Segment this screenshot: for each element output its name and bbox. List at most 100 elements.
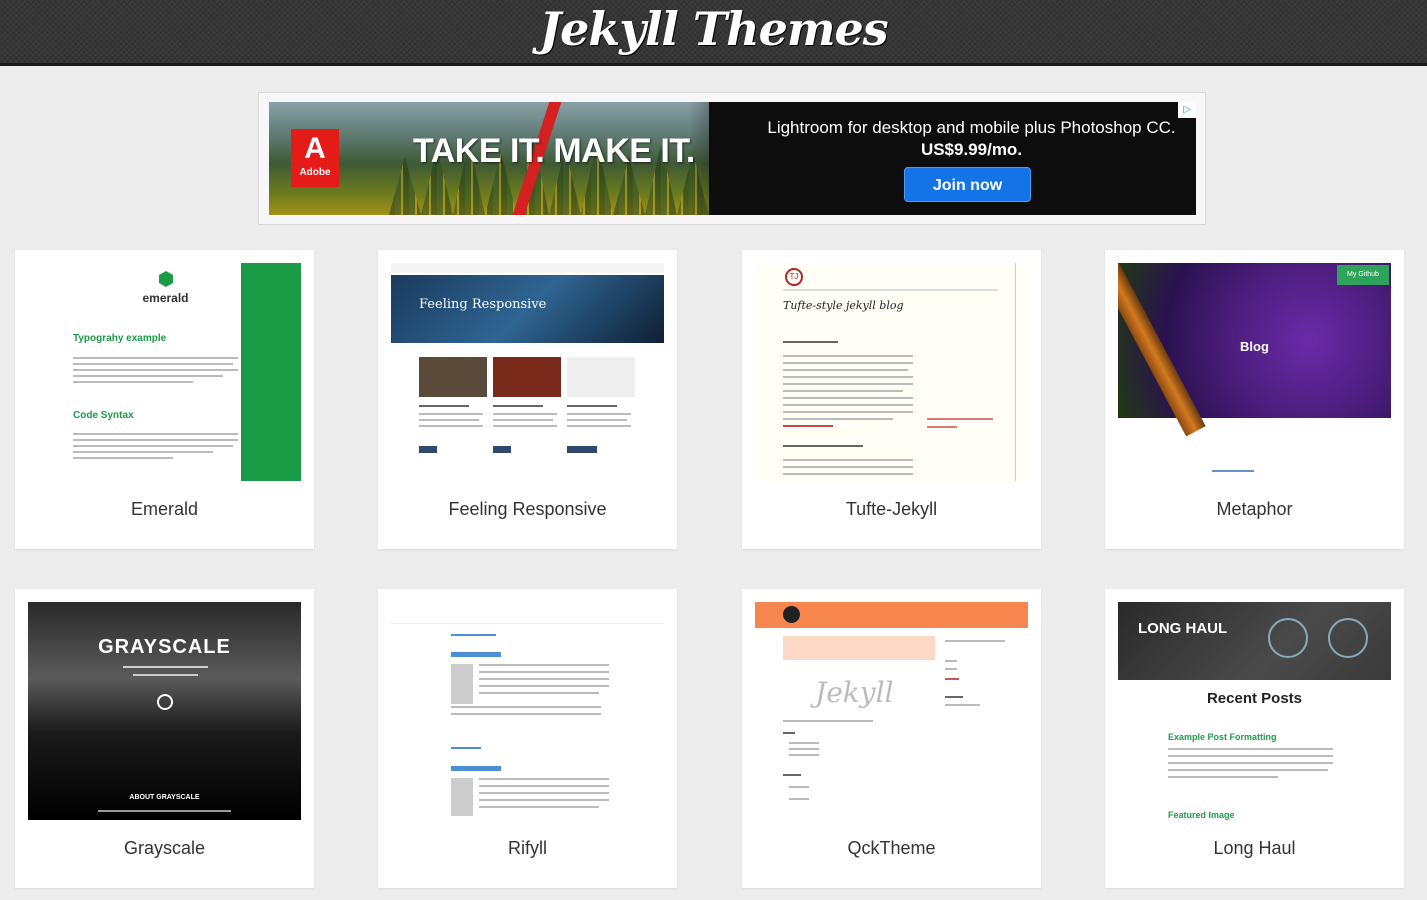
theme-thumbnail[interactable]: My Github Blog <box>1118 263 1391 481</box>
sidebar-line <box>945 640 1005 642</box>
emerald-heading: Typograhy example <box>73 333 167 344</box>
theme-thumbnail[interactable]: Feeling Responsive <box>391 263 664 481</box>
text-line <box>73 375 223 377</box>
text-line <box>479 792 609 794</box>
long-haul-hero: LONG HAUL <box>1118 602 1391 680</box>
text-line <box>783 720 873 722</box>
theme-card-emerald[interactable]: emerald Typograhy example Code Syntax Em… <box>15 250 314 549</box>
ad-container: A Adobe TAKE IT. MAKE IT. Lightroom for … <box>258 92 1206 225</box>
text-line <box>451 713 601 715</box>
site-title[interactable]: Jekyll Themes <box>539 2 888 56</box>
theme-card-long-haul[interactable]: LONG HAUL Recent Posts Example Post Form… <box>1105 589 1404 888</box>
fr-button <box>419 446 437 453</box>
grayscale-hero <box>28 602 301 820</box>
github-badge: My Github <box>1337 265 1389 285</box>
theme-card-grayscale[interactable]: GRAYSCALE ABOUT GRAYSCALE Grayscale <box>15 589 314 888</box>
divider <box>1015 263 1016 481</box>
ad-banner[interactable]: A Adobe TAKE IT. MAKE IT. Lightroom for … <box>269 102 1196 215</box>
theme-thumbnail[interactable] <box>391 602 664 820</box>
text-line <box>783 355 913 357</box>
text-line <box>1168 755 1333 757</box>
ad-fade <box>689 102 769 215</box>
text-line <box>73 445 233 447</box>
text-line <box>567 405 617 407</box>
text-line <box>783 397 913 399</box>
adchoices-icon[interactable]: ▷ <box>1178 102 1196 118</box>
long-haul-title: LONG HAUL <box>1138 620 1228 637</box>
theme-thumbnail[interactable]: GRAYSCALE ABOUT GRAYSCALE <box>28 602 301 820</box>
text-line <box>493 413 557 415</box>
theme-card-tufte-jekyll[interactable]: TJ Tufte-style jekyll blog Tufte-Jekyll <box>742 250 1041 549</box>
text-line <box>479 671 609 673</box>
avatar <box>783 606 800 623</box>
fr-hero-title: Feeling Responsive <box>419 297 547 312</box>
sidebar-line <box>945 704 980 706</box>
theme-thumbnail[interactable]: Jekyll <box>755 602 1028 820</box>
text-line <box>73 433 238 435</box>
text-line <box>479 806 599 808</box>
theme-title[interactable]: Tufte-Jekyll <box>742 499 1041 520</box>
theme-card-feeling-responsive[interactable]: Feeling Responsive Feeling Responsive <box>378 250 677 549</box>
post-image <box>451 664 473 704</box>
social-icons <box>945 678 959 680</box>
ad-price: US$9.99/mo. <box>920 140 1023 159</box>
theme-title[interactable]: Emerald <box>15 499 314 520</box>
theme-thumbnail[interactable]: LONG HAUL Recent Posts Example Post Form… <box>1118 602 1391 820</box>
theme-thumbnail[interactable]: emerald Typograhy example Code Syntax <box>28 263 301 481</box>
theme-title[interactable]: Feeling Responsive <box>378 499 677 520</box>
theme-title[interactable]: Grayscale <box>15 838 314 859</box>
fr-hero: Feeling Responsive <box>391 275 664 343</box>
metaphor-blog-title: Blog <box>1240 339 1269 354</box>
text-line <box>783 774 801 776</box>
theme-title[interactable]: QckTheme <box>742 838 1041 859</box>
text-line <box>789 748 819 750</box>
theme-title[interactable]: Rifyll <box>378 838 677 859</box>
text-line <box>567 419 627 421</box>
fr-button <box>567 446 597 453</box>
text-line <box>73 381 193 383</box>
emerald-sidebar <box>241 263 301 481</box>
text-line <box>479 685 609 687</box>
text-line <box>783 369 908 371</box>
fr-image <box>419 357 487 397</box>
hexagon-icon <box>159 271 173 287</box>
bicycle-wheel <box>1328 618 1368 658</box>
text-line <box>1168 769 1328 771</box>
text-line <box>493 425 557 427</box>
text-line <box>419 425 483 427</box>
text-line <box>73 369 238 371</box>
grayscale-title: GRAYSCALE <box>98 636 231 658</box>
qck-jekyll-logo: Jekyll <box>815 676 894 709</box>
text-line <box>419 413 483 415</box>
text-line <box>123 666 208 668</box>
sidenote <box>927 426 957 428</box>
text-line <box>783 383 913 385</box>
tj-title: Tufte-style jekyll blog <box>783 299 904 312</box>
text-line <box>783 445 863 447</box>
sidebar-line <box>945 668 957 670</box>
text-line <box>73 451 213 453</box>
theme-card-rifyll[interactable]: Rifyll <box>378 589 677 888</box>
text-line <box>479 678 609 680</box>
text-line <box>783 404 913 406</box>
text-line <box>789 742 819 744</box>
text-line <box>479 778 609 780</box>
fr-button <box>493 446 511 453</box>
chevron-down-icon <box>157 694 173 710</box>
post-link: Featured Image <box>1168 810 1235 820</box>
link-line <box>1212 470 1254 472</box>
theme-card-qcktheme[interactable]: Jekyll QckTheme <box>742 589 1041 888</box>
theme-title[interactable]: Metaphor <box>1105 499 1404 520</box>
adobe-brand-text: Adobe <box>299 167 331 178</box>
site-header: Jekyll Themes <box>0 0 1427 66</box>
theme-title[interactable]: Long Haul <box>1105 838 1404 859</box>
divider <box>783 289 998 291</box>
text-line <box>493 419 553 421</box>
text-line <box>98 810 231 812</box>
text-line <box>479 692 599 694</box>
theme-thumbnail[interactable]: TJ Tufte-style jekyll blog <box>755 263 1028 481</box>
text-line <box>783 341 838 343</box>
join-now-button[interactable]: Join now <box>904 167 1031 202</box>
text-line <box>133 674 198 676</box>
theme-card-metaphor[interactable]: My Github Blog Metaphor <box>1105 250 1404 549</box>
